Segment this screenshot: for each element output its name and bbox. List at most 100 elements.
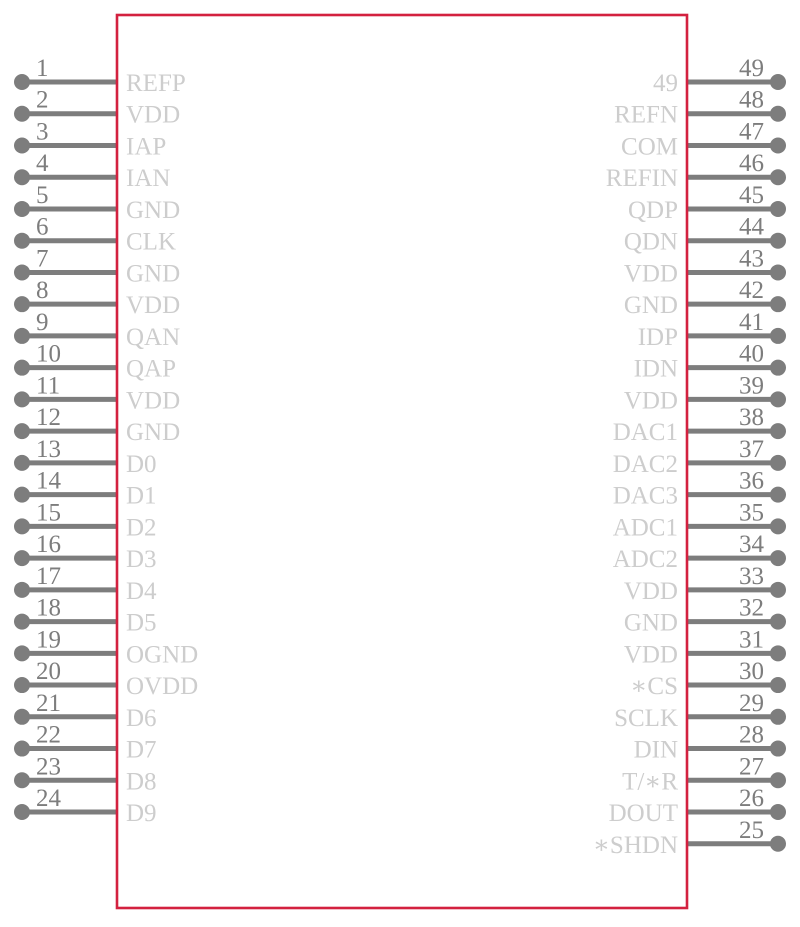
pin-number-26: 26 <box>739 785 764 812</box>
pin-name-43: VDD <box>624 260 678 287</box>
pin-number-6: 6 <box>36 214 49 241</box>
pin-terminal-40[interactable] <box>770 359 786 376</box>
pin-terminal-16[interactable] <box>14 550 30 567</box>
pin-terminal-2[interactable] <box>14 105 30 122</box>
pin-terminal-35[interactable] <box>770 518 786 535</box>
pin-terminal-32[interactable] <box>770 613 786 630</box>
pin-number-40: 40 <box>739 341 764 368</box>
pin-terminal-29[interactable] <box>770 708 786 725</box>
pin-terminal-41[interactable] <box>770 327 786 344</box>
pin-number-46: 46 <box>739 150 764 177</box>
pin-terminal-39[interactable] <box>770 391 786 408</box>
pin-terminal-5[interactable] <box>14 200 30 217</box>
pin-terminal-37[interactable] <box>770 454 786 471</box>
pin-terminal-47[interactable] <box>770 137 786 154</box>
pin-name-1: REFP <box>126 70 186 97</box>
pin-terminal-28[interactable] <box>770 740 786 757</box>
pin-terminal-25[interactable] <box>770 835 786 852</box>
schematic-symbol-canvas: 1 REFP 2 VDD 3 IAP 4 IAN 5 GND 6 CLK 7 GND 8 VDD 9 QAN 10 Q… <box>0 0 800 927</box>
pin-name-33: VDD <box>624 578 678 605</box>
pin-name-42: GND <box>624 292 678 319</box>
pin-terminal-6[interactable] <box>14 232 30 249</box>
pin-terminal-38[interactable] <box>770 423 786 440</box>
pin-number-17: 17 <box>36 563 61 590</box>
pin-terminal-42[interactable] <box>770 296 786 313</box>
pin-name-40: IDN <box>634 356 678 383</box>
pin-name-36: DAC3 <box>613 483 678 510</box>
pin-terminal-19[interactable] <box>14 645 30 662</box>
pin-number-41: 41 <box>739 309 764 336</box>
pin-terminal-24[interactable] <box>14 804 30 821</box>
component-body-outline <box>115 13 689 910</box>
pin-number-20: 20 <box>36 658 61 685</box>
pin-terminal-18[interactable] <box>14 613 30 630</box>
pin-terminal-30[interactable] <box>770 677 786 694</box>
pin-number-44: 44 <box>739 214 765 241</box>
pin-terminal-14[interactable] <box>14 486 30 503</box>
pin-terminal-7[interactable] <box>14 264 30 281</box>
pin-name-7: GND <box>126 260 180 287</box>
pin-name-4: IAN <box>126 165 170 192</box>
pin-number-18: 18 <box>36 595 61 622</box>
pin-number-22: 22 <box>36 722 61 749</box>
pin-terminal-45[interactable] <box>770 200 786 217</box>
pin-name-23: D8 <box>126 768 157 795</box>
pin-number-16: 16 <box>36 531 61 558</box>
pin-terminal-1[interactable] <box>14 74 30 90</box>
pin-terminal-17[interactable] <box>14 581 30 598</box>
pin-terminal-11[interactable] <box>14 391 30 408</box>
pin-number-19: 19 <box>36 626 61 653</box>
pin-terminal-33[interactable] <box>770 581 786 598</box>
pin-name-45: QDP <box>628 197 678 224</box>
pin-terminal-48[interactable] <box>770 105 786 122</box>
pin-number-8: 8 <box>36 277 49 304</box>
pin-name-18: D5 <box>126 610 157 637</box>
pin-number-30: 30 <box>739 658 764 685</box>
pin-terminal-4[interactable] <box>14 169 30 186</box>
pin-terminal-13[interactable] <box>14 454 30 471</box>
pin-terminal-22[interactable] <box>14 740 30 757</box>
pin-terminal-20[interactable] <box>14 677 30 694</box>
pin-name-37: DAC2 <box>613 451 678 478</box>
pin-number-39: 39 <box>739 372 764 399</box>
pin-number-45: 45 <box>739 182 764 209</box>
pin-name-39: VDD <box>624 387 678 414</box>
pin-name-16: D3 <box>126 546 157 573</box>
pin-terminal-12[interactable] <box>14 423 30 440</box>
pin-number-33: 33 <box>739 563 764 590</box>
pin-name-46: REFIN <box>606 165 678 192</box>
pin-terminal-44[interactable] <box>770 232 786 249</box>
pin-terminal-15[interactable] <box>14 518 30 535</box>
pin-terminal-8[interactable] <box>14 296 30 313</box>
pin-number-48: 48 <box>739 87 764 114</box>
right-pin-group <box>687 74 786 852</box>
pin-terminal-27[interactable] <box>770 772 786 789</box>
pin-name-17: D4 <box>126 578 157 605</box>
pin-number-9: 9 <box>36 309 49 336</box>
pin-terminal-46[interactable] <box>770 169 786 186</box>
pin-number-12: 12 <box>36 404 61 431</box>
pin-terminal-10[interactable] <box>14 359 30 376</box>
pin-number-24: 24 <box>36 785 62 812</box>
pin-terminal-36[interactable] <box>770 486 786 503</box>
pin-number-21: 21 <box>36 690 61 717</box>
pin-number-29: 29 <box>739 690 764 717</box>
pin-number-31: 31 <box>739 626 764 653</box>
pin-name-41: IDP <box>638 324 678 351</box>
pin-terminal-21[interactable] <box>14 708 30 725</box>
pin-terminal-26[interactable] <box>770 804 786 821</box>
pin-terminal-9[interactable] <box>14 327 30 344</box>
pin-terminal-49[interactable] <box>770 74 786 90</box>
schematic-symbol-svg: 1 REFP 2 VDD 3 IAP 4 IAN 5 GND 6 CLK 7 GND 8 VDD 9 QAN 10 Q… <box>14 13 786 910</box>
pin-terminal-3[interactable] <box>14 137 30 154</box>
pin-terminal-23[interactable] <box>14 772 30 789</box>
pin-number-32: 32 <box>739 595 764 622</box>
pin-number-35: 35 <box>739 499 764 526</box>
pin-name-13: D0 <box>126 451 157 478</box>
pin-terminal-34[interactable] <box>770 550 786 567</box>
pin-number-27: 27 <box>739 753 764 780</box>
pin-number-4: 4 <box>36 150 49 177</box>
pin-terminal-43[interactable] <box>770 264 786 281</box>
pin-terminal-31[interactable] <box>770 645 786 662</box>
pin-name-44: QDN <box>624 229 678 256</box>
